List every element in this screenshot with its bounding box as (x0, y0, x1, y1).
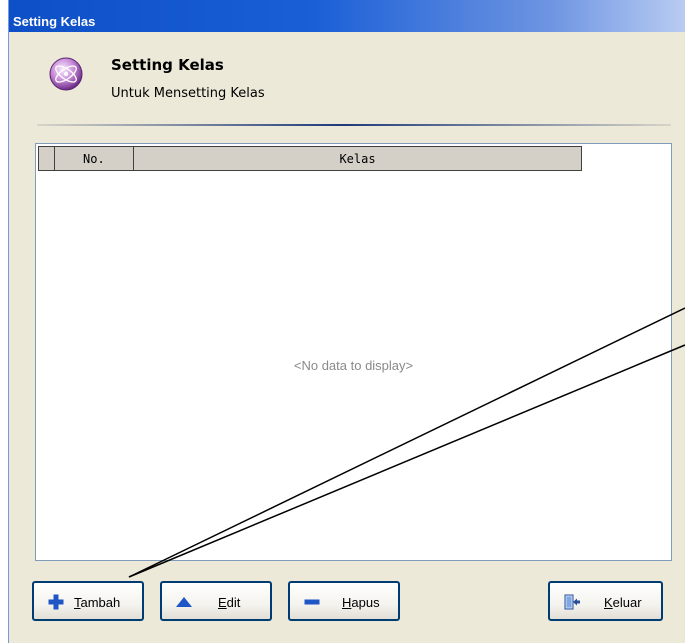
header-subtitle: Untuk Mensetting Kelas (111, 86, 265, 101)
keluar-label-rest: eluar (612, 595, 642, 610)
hapus-label: Hapus (342, 595, 380, 610)
keluar-label: Keluar (604, 595, 642, 610)
grid-header: No. Kelas (38, 146, 582, 171)
row-indicator-header[interactable] (39, 147, 55, 170)
title-bar[interactable]: Setting Kelas (9, 0, 685, 32)
edit-hotkey: E (218, 595, 227, 610)
keluar-hotkey: K (604, 595, 613, 610)
plus-icon (48, 594, 64, 610)
orbit-globe-icon (49, 57, 83, 91)
edit-label-rest: dit (226, 595, 241, 610)
hapus-hotkey: H (342, 595, 352, 610)
window-title: Setting Kelas (13, 14, 96, 29)
setting-kelas-window: Setting Kelas Setting Kelas Untuk Menset… (8, 0, 685, 643)
exit-door-icon (564, 594, 580, 610)
column-header-kelas[interactable]: Kelas (134, 147, 581, 170)
triangle-up-icon (176, 597, 192, 607)
empty-grid-message: <No data to display> (293, 358, 414, 373)
tambah-button[interactable]: Tambah (32, 581, 144, 621)
header-divider (37, 124, 671, 126)
tambah-label-rest: ambah (80, 595, 121, 610)
column-header-no[interactable]: No. (55, 147, 134, 170)
keluar-button[interactable]: Keluar (548, 581, 663, 621)
header-title: Setting Kelas (111, 56, 224, 74)
minus-icon (304, 599, 320, 605)
kelas-grid[interactable]: No. Kelas <No data to display> (35, 143, 672, 561)
edit-button[interactable]: Edit (160, 581, 272, 621)
hapus-button[interactable]: Hapus (288, 581, 400, 621)
edit-label: Edit (218, 595, 240, 610)
tambah-label: Tambah (74, 595, 120, 610)
hapus-label-rest: apus (351, 595, 380, 610)
